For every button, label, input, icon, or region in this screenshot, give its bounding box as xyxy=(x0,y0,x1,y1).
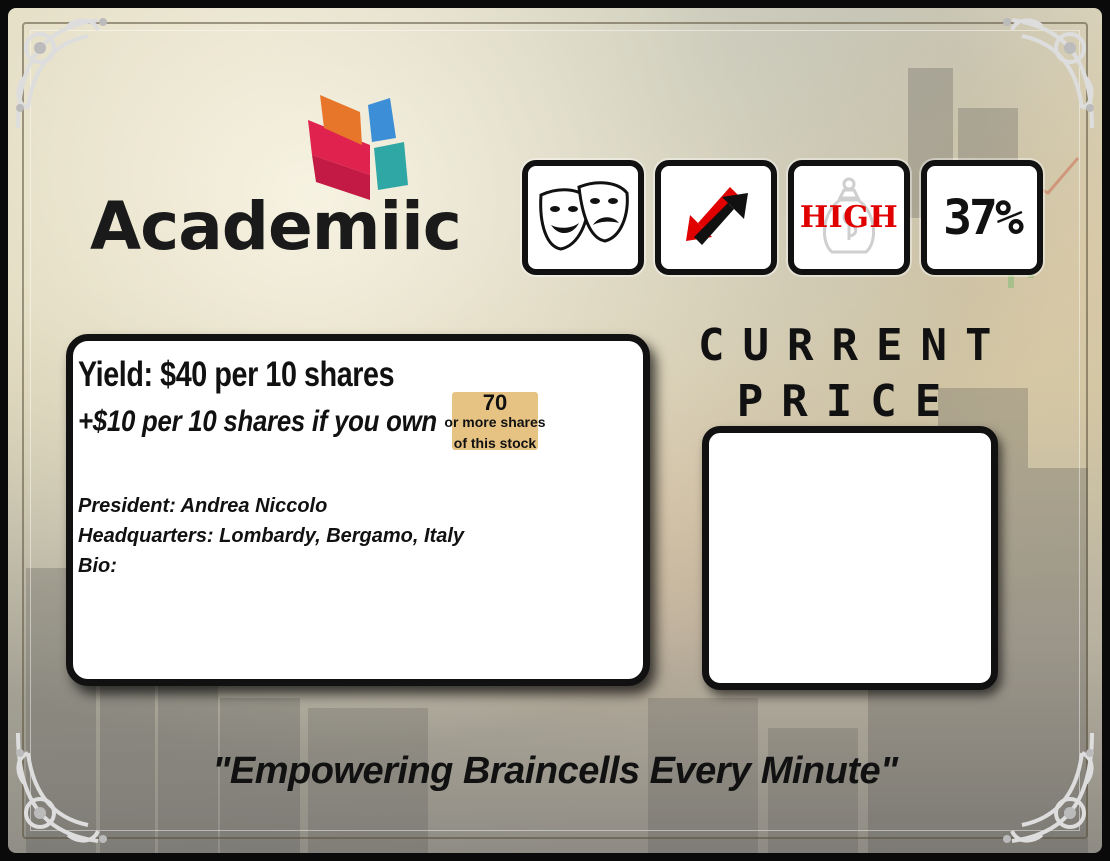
percentage-value: 37% xyxy=(943,189,1024,246)
shares-threshold-badge: 70 or more shares of this stock xyxy=(444,390,545,451)
current-price-title-line-1: CURRENT xyxy=(698,320,1010,371)
threshold-line-1: or more shares xyxy=(444,414,546,430)
red-down-black-up-arrows-icon xyxy=(686,186,748,245)
comedy-tragedy-masks-icon xyxy=(539,180,629,251)
risk-level-label: HIGH xyxy=(799,200,899,235)
company-details: President: Andrea Niccolo Headquarters: … xyxy=(78,491,464,581)
ornament-corner-top-right xyxy=(1003,18,1094,129)
current-price-title: CURRENT PRICE xyxy=(698,318,998,430)
stock-card: Academiic HIGH 37% Yield: $40 per 10 sha… xyxy=(8,8,1102,853)
trend-badge xyxy=(655,160,777,275)
headquarters-text: Headquarters: Lombardy, Bergamo, Italy xyxy=(78,525,465,547)
risk-badge: HIGH xyxy=(788,160,910,275)
threshold-description: or more shares of this stock xyxy=(440,412,550,454)
current-price-title-line-2: PRICE xyxy=(736,376,960,427)
company-name: Academiic xyxy=(90,188,462,265)
president-text: President: Andrea Niccolo xyxy=(78,495,328,517)
category-badge xyxy=(522,160,644,275)
percentage-badge: 37% xyxy=(921,160,1043,275)
bio-label: Bio: xyxy=(78,555,117,577)
threshold-line-2: of this stock xyxy=(453,435,537,451)
bonus-text: +$10 per 10 shares if you own xyxy=(78,405,437,438)
company-slogan: "Empowering Braincells Every Minute" xyxy=(212,750,898,792)
current-price-box xyxy=(702,426,998,690)
ornament-corner-top-left xyxy=(16,18,107,129)
yield-text: Yield: $40 per 10 shares xyxy=(78,355,395,394)
